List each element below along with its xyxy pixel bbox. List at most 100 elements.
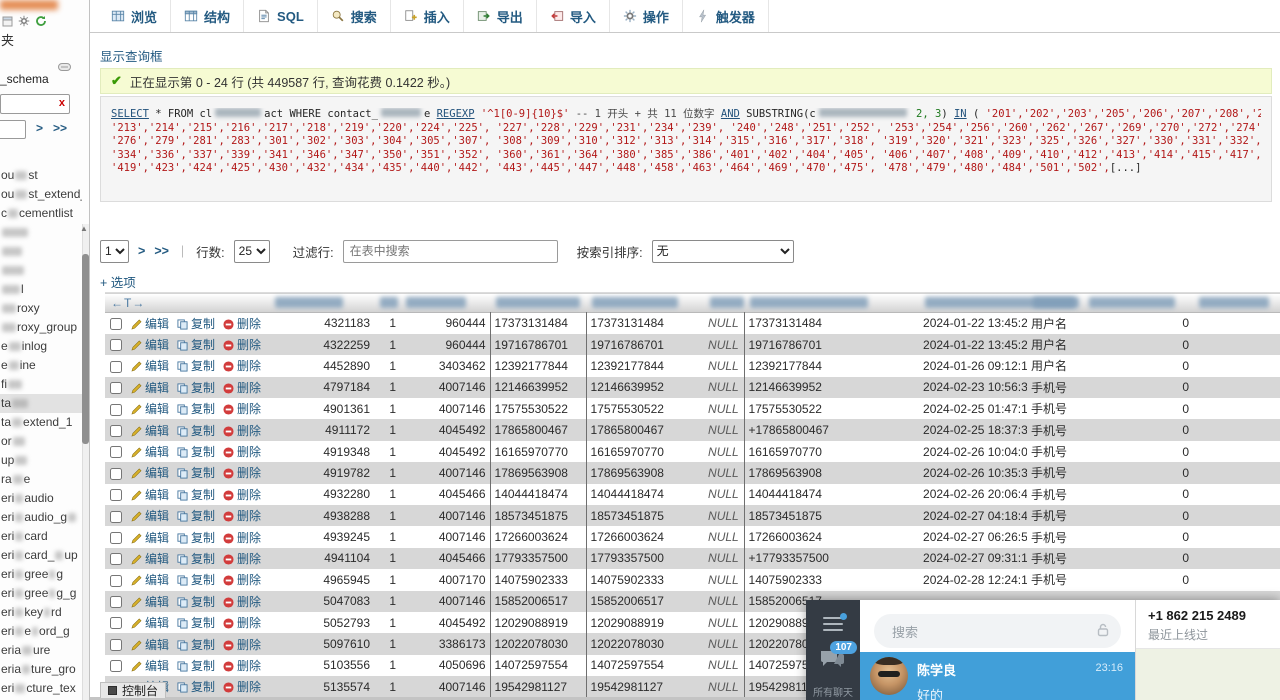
edit-link[interactable]: 编辑 (127, 484, 173, 505)
sidebar-page-select[interactable] (0, 120, 26, 139)
sidebar-table-item[interactable]: oust_extend_ (0, 185, 82, 204)
edit-link[interactable]: 编辑 (127, 633, 173, 654)
edit-link[interactable]: 编辑 (127, 569, 173, 590)
menu-icon[interactable] (823, 617, 843, 635)
row-checkbox[interactable] (110, 511, 122, 523)
scroll-up-icon[interactable]: ▲ (80, 224, 88, 233)
row-checkbox[interactable] (110, 404, 122, 416)
delete-link[interactable]: 删除 (219, 591, 269, 612)
page-select[interactable]: 1 (100, 240, 129, 263)
show-query-box-link[interactable]: 显示查询框 (100, 46, 163, 65)
row-checkbox[interactable] (110, 382, 122, 394)
tab-sql[interactable]: SQL (244, 0, 318, 32)
chat-list-item[interactable]: 陈学良 好的 23:16 (860, 652, 1135, 700)
delete-link[interactable]: 删除 (219, 655, 269, 676)
sidebar-table-item[interactable]: roxy_group (0, 318, 82, 337)
edit-link[interactable]: 编辑 (127, 398, 173, 419)
edit-link[interactable]: 编辑 (127, 334, 173, 355)
copy-link[interactable]: 复制 (173, 655, 219, 676)
copy-link[interactable]: 复制 (173, 334, 219, 355)
sort-select[interactable]: 无 (652, 240, 794, 263)
sidebar-table-item[interactable]: ericard (0, 527, 82, 546)
chat-search-input[interactable]: 搜索 (874, 614, 1121, 648)
row-checkbox[interactable] (110, 660, 122, 672)
copy-link[interactable]: 复制 (173, 419, 219, 440)
rows-select[interactable]: 25 (234, 240, 270, 263)
header-toggle-arrows[interactable]: ←T→ (105, 293, 269, 313)
sidebar-table-item[interactable]: eriaure (0, 641, 82, 660)
copy-link[interactable]: 复制 (173, 377, 219, 398)
row-checkbox[interactable] (110, 339, 122, 351)
edit-link[interactable]: 编辑 (127, 313, 173, 334)
delete-link[interactable]: 删除 (219, 419, 269, 440)
delete-link[interactable]: 删除 (219, 484, 269, 505)
copy-link[interactable]: 复制 (173, 526, 219, 547)
copy-link[interactable]: 复制 (173, 505, 219, 526)
tab-browse[interactable]: 浏览 (98, 0, 171, 32)
tab-triggers[interactable]: 触发器 (683, 0, 769, 32)
settings-gear-icon[interactable] (18, 14, 30, 32)
sidebar-table-item[interactable]: ericard_up (0, 546, 82, 565)
row-checkbox[interactable] (110, 361, 122, 373)
copy-link[interactable]: 复制 (173, 591, 219, 612)
edit-link[interactable]: 编辑 (127, 505, 173, 526)
chats-icon[interactable]: 107 (819, 648, 845, 675)
copy-link[interactable]: 复制 (173, 484, 219, 505)
edit-link[interactable]: 编辑 (127, 441, 173, 462)
sidebar-table-item[interactable]: eriature_gro (0, 660, 82, 679)
sidebar-table-item[interactable]: l (0, 280, 82, 299)
sidebar-table-item[interactable] (0, 242, 82, 261)
edit-link[interactable]: 编辑 (127, 355, 173, 376)
sidebar-table-item[interactable]: ccementlist (0, 204, 82, 223)
sidebar-table-item[interactable]: erigreeg (0, 565, 82, 584)
row-checkbox[interactable] (110, 532, 122, 544)
copy-link[interactable]: 复制 (173, 313, 219, 334)
clear-search-icon[interactable]: x (59, 97, 65, 109)
sidebar-table-item[interactable]: eriaudio (0, 489, 82, 508)
refresh-icon[interactable] (35, 14, 47, 32)
sidebar-table-item[interactable]: ericture_tex (0, 679, 82, 698)
sidebar-table-item[interactable]: roxy (0, 299, 82, 318)
sidebar-table-item[interactable]: erieord_g (0, 622, 82, 641)
copy-link[interactable]: 复制 (173, 441, 219, 462)
row-checkbox[interactable] (110, 468, 122, 480)
delete-link[interactable]: 删除 (219, 441, 269, 462)
copy-link[interactable]: 复制 (173, 569, 219, 590)
sidebar-table-item[interactable] (0, 223, 82, 242)
tab-export[interactable]: 导出 (464, 0, 537, 32)
delete-link[interactable]: 删除 (219, 633, 269, 654)
delete-link[interactable]: 删除 (219, 377, 269, 398)
edit-link[interactable]: 编辑 (127, 419, 173, 440)
copy-link[interactable]: 复制 (173, 462, 219, 483)
tab-insert[interactable]: 插入 (391, 0, 464, 32)
sidebar-table-item[interactable]: fi (0, 375, 82, 394)
all-chats-label[interactable]: 所有聊天 (806, 684, 860, 699)
tab-structure[interactable]: 结构 (171, 0, 244, 32)
row-checkbox[interactable] (110, 318, 122, 330)
delete-link[interactable]: 删除 (219, 462, 269, 483)
row-checkbox[interactable] (110, 596, 122, 608)
delete-link[interactable]: 删除 (219, 526, 269, 547)
copy-link[interactable]: 复制 (173, 633, 219, 654)
sidebar-search-input[interactable]: x (0, 94, 70, 114)
sidebar-table-item[interactable]: or (0, 432, 82, 451)
row-checkbox[interactable] (110, 425, 122, 437)
sidebar-table-item[interactable]: eine (0, 356, 82, 375)
delete-link[interactable]: 删除 (219, 676, 269, 697)
console-toggle[interactable]: 控制台 (100, 682, 166, 698)
options-toggle-link[interactable]: + 选项 (100, 272, 136, 291)
copy-link[interactable]: 复制 (173, 676, 219, 697)
row-checkbox[interactable] (110, 489, 122, 501)
sidebar-table-item[interactable]: einlog (0, 337, 82, 356)
tab-search[interactable]: 搜索 (318, 0, 391, 32)
edit-link[interactable]: 编辑 (127, 612, 173, 633)
sidebar-scrollbar-thumb[interactable] (82, 254, 89, 444)
row-checkbox[interactable] (110, 553, 122, 565)
sidebar-next-page[interactable]: > (36, 121, 43, 135)
row-checkbox[interactable] (110, 575, 122, 587)
delete-link[interactable]: 删除 (219, 548, 269, 569)
delete-link[interactable]: 删除 (219, 612, 269, 633)
last-page-link[interactable]: >> (154, 244, 169, 258)
sidebar-table-item[interactable]: oust (0, 166, 82, 185)
sidebar-table-item[interactable]: rae (0, 470, 82, 489)
